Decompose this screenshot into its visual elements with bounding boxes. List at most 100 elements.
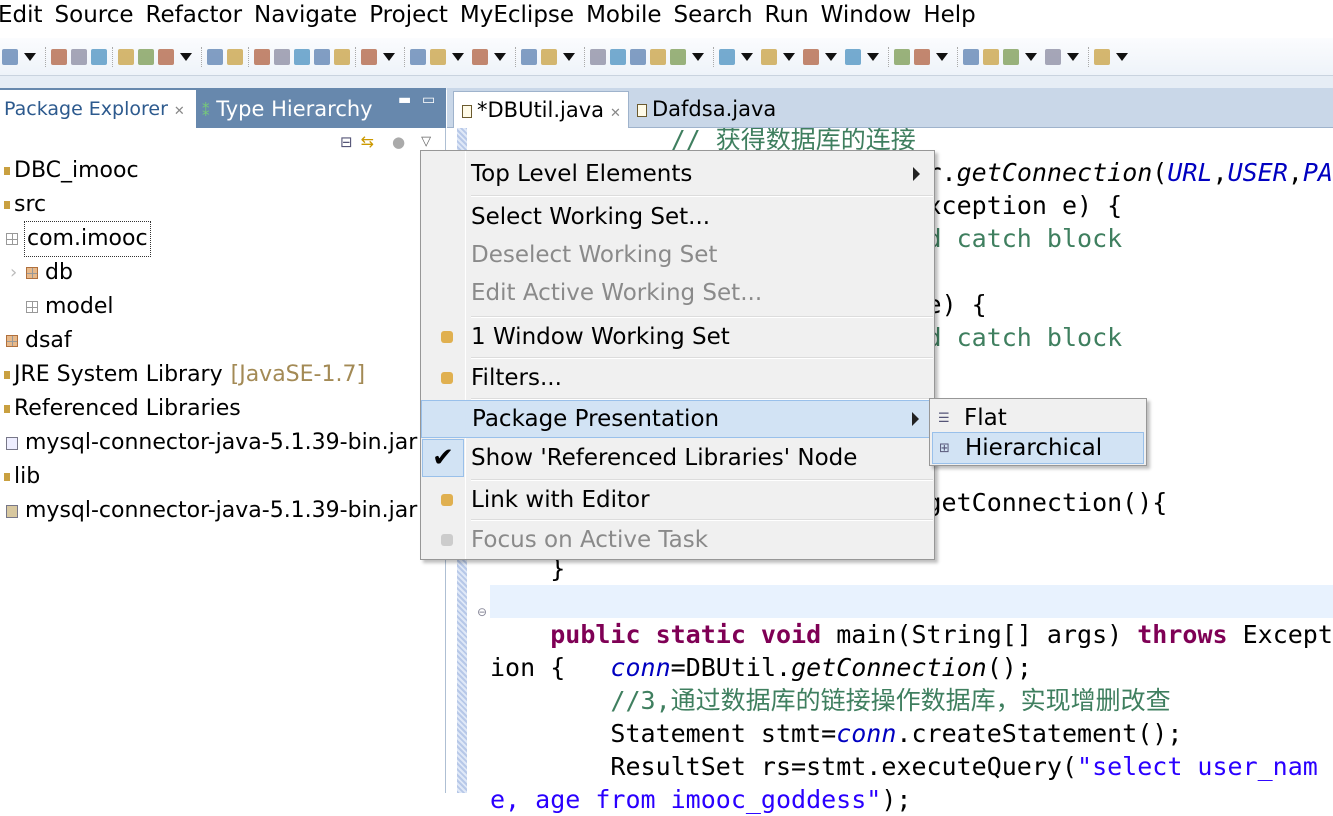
undo-icon[interactable] [207, 48, 223, 65]
build-icon[interactable] [158, 48, 174, 65]
dropdown-arrow-icon[interactable] [936, 52, 948, 61]
target-icon[interactable] [670, 48, 686, 65]
tree-item[interactable]: model [26, 290, 114, 324]
dropdown-arrow-icon[interactable] [741, 52, 753, 61]
save-icon[interactable] [51, 48, 67, 65]
menu-item[interactable]: Link with Editor [421, 482, 934, 518]
tree-item[interactable]: Referenced Libraries [4, 392, 241, 426]
dropdown-arrow-icon[interactable] [825, 52, 837, 61]
bug-icon[interactable] [294, 48, 310, 65]
open-folder-icon[interactable] [983, 48, 999, 65]
expand-arrow-icon[interactable]: › [10, 256, 17, 290]
menu-item[interactable]: 1 Window Working Set [421, 319, 934, 355]
web-2-icon[interactable] [410, 48, 426, 65]
tree-item[interactable]: JRE System Library [JavaSE-1.7] [4, 358, 365, 392]
doc-icon[interactable] [314, 48, 330, 65]
tab-dafdsa-java[interactable]: Dafdsa.java [629, 91, 776, 128]
dropdown-arrow-icon[interactable] [24, 52, 36, 61]
folder-icon[interactable] [1045, 48, 1061, 65]
link-editor-icon[interactable]: ⇆ [361, 132, 374, 151]
new-form-icon[interactable] [650, 48, 666, 65]
close-icon[interactable]: ✕ [174, 104, 185, 119]
dropdown-arrow-icon[interactable] [1116, 52, 1128, 61]
deploy-icon[interactable] [521, 48, 537, 65]
forward-icon[interactable] [1094, 48, 1110, 65]
cut-icon[interactable] [630, 48, 646, 65]
dropdown-arrow-icon[interactable] [452, 52, 464, 61]
coverage-icon[interactable] [845, 48, 861, 65]
tree-item[interactable]: mysql-connector-java-5.1.39-bin.jar [6, 426, 417, 460]
debug-config-icon[interactable] [472, 48, 488, 65]
collapse-all-icon[interactable]: ⊟ [340, 133, 353, 151]
new-wizard-icon[interactable] [2, 48, 18, 65]
redo-icon[interactable] [227, 48, 243, 65]
menu-item[interactable]: Top Level Elements [421, 155, 934, 193]
menu-search[interactable]: Search [674, 0, 763, 32]
pilcrow-icon[interactable] [334, 48, 350, 65]
submenu-item-flat[interactable]: ☰ Flat [932, 402, 1144, 434]
dropdown-arrow-icon[interactable] [783, 52, 795, 61]
tree-item[interactable]: com.imooc [6, 221, 151, 257]
open-project-icon[interactable] [963, 48, 979, 65]
submenu-item-hierarchical[interactable]: ⊞ Hierarchical [932, 432, 1144, 464]
menu-edit[interactable]: Edit [0, 0, 53, 32]
menu-refactor[interactable]: Refactor [146, 0, 252, 32]
run-icon[interactable] [761, 48, 777, 65]
menu-myeclipse[interactable]: MyEclipse [460, 0, 584, 32]
focus-task-icon[interactable]: ● [392, 133, 405, 151]
arrow-icon[interactable] [610, 48, 626, 65]
code-line[interactable]: conn=DBUtil.getConnection(); [490, 651, 1333, 684]
tree-item[interactable]: dsaf [6, 324, 72, 358]
code-line[interactable]: ResultSet rs=stmt.executeQuery("select u… [490, 750, 1333, 816]
save-all-icon[interactable] [71, 48, 87, 65]
dropdown-arrow-icon[interactable] [1067, 52, 1079, 61]
pen-icon[interactable] [274, 48, 290, 65]
dropdown-arrow-icon[interactable] [383, 52, 395, 61]
tab-dbutil-java[interactable]: *DBUtil.java ✕ [453, 91, 629, 128]
view-menu-icon[interactable]: ▽ [421, 134, 431, 149]
dropdown-arrow-icon[interactable] [563, 52, 575, 61]
new-bean-icon[interactable] [361, 48, 377, 65]
menu-run[interactable]: Run [765, 0, 819, 32]
dropdown-arrow-icon[interactable] [494, 52, 506, 61]
run-server-icon[interactable] [541, 48, 557, 65]
close-icon[interactable]: ✕ [610, 106, 621, 121]
dropdown-arrow-icon[interactable] [692, 52, 704, 61]
palette-icon[interactable] [894, 48, 910, 65]
code-line[interactable]: Statement stmt=conn.createStatement(); [490, 717, 1333, 750]
menu-item[interactable]: ✔ Show 'Referenced Libraries' Node [421, 439, 934, 477]
menu-item[interactable]: Package Presentation [421, 400, 934, 438]
tree-item[interactable]: DBC_imooc [4, 154, 139, 188]
tab-package-explorer[interactable]: Package Explorer ✕ [0, 90, 196, 128]
dropdown-arrow-icon[interactable] [1025, 52, 1037, 61]
tree-item[interactable]: lib [4, 460, 40, 494]
code-line[interactable] [490, 585, 1333, 618]
menu-project[interactable]: Project [369, 0, 458, 32]
menu-item[interactable]: Select Working Set... [421, 199, 934, 235]
globe-icon[interactable] [590, 48, 606, 65]
menu-window[interactable]: Window [821, 0, 922, 32]
menu-source[interactable]: Source [55, 0, 144, 32]
run-ext-icon[interactable] [803, 48, 819, 65]
wand-icon[interactable] [430, 48, 446, 65]
rocket-icon[interactable] [1003, 48, 1019, 65]
refresh-icon[interactable] [914, 48, 930, 65]
tree-item[interactable]: src [4, 188, 46, 222]
menu-help[interactable]: Help [923, 0, 985, 32]
menu-mobile[interactable]: Mobile [586, 0, 671, 32]
run-mobile-icon[interactable] [118, 48, 134, 65]
minimize-icon[interactable]: ▬ [398, 92, 411, 108]
tree-item[interactable]: mysql-connector-java-5.1.39-bin.jar [6, 494, 417, 528]
fold-collapse-icon[interactable]: ⊖ [477, 605, 487, 619]
dropdown-arrow-icon[interactable] [180, 52, 192, 61]
maximize-icon[interactable]: ▭ [422, 92, 435, 108]
tab-type-hierarchy[interactable]: ⁑ Type Hierarchy [202, 90, 373, 128]
menu-navigate[interactable]: Navigate [254, 0, 367, 32]
code-line[interactable]: //3,通过数据库的链接操作数据库，实现增删改查 [490, 684, 1333, 717]
menu-item[interactable]: Filters... [421, 360, 934, 396]
tree-item[interactable]: › db [10, 256, 73, 290]
mobile-sync-icon[interactable] [138, 48, 154, 65]
open-type-icon[interactable] [254, 48, 270, 65]
bug-debug-icon[interactable] [719, 48, 735, 65]
print-icon[interactable] [91, 48, 107, 65]
